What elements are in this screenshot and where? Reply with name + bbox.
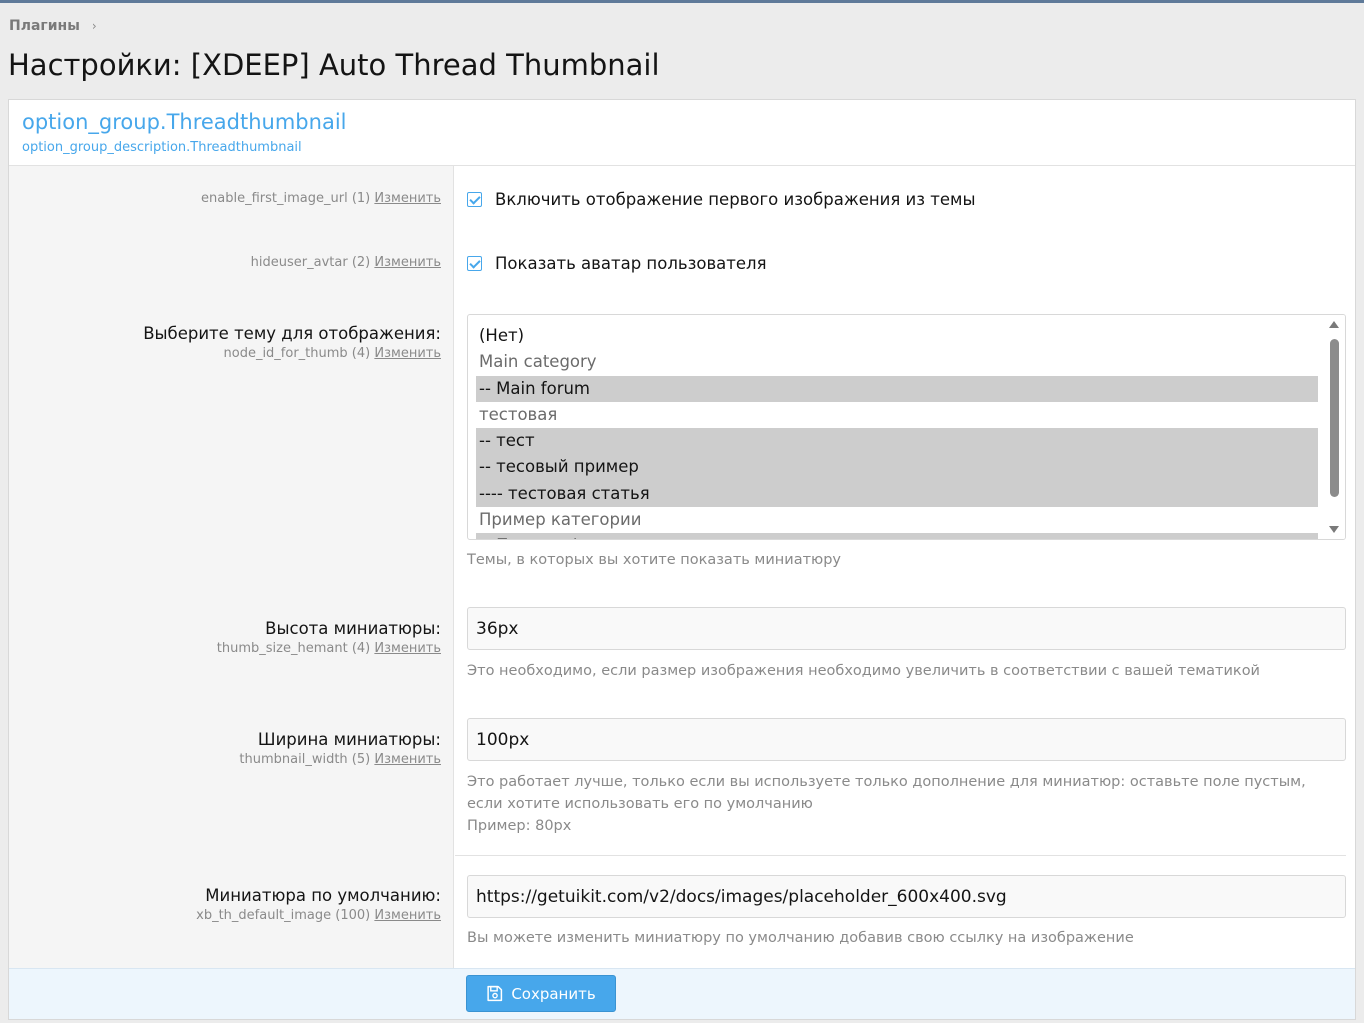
checkbox-checked-icon[interactable] (467, 256, 482, 271)
node-option[interactable]: -- тесовый пример (476, 454, 1318, 481)
node-option[interactable]: -- Пример форума (476, 533, 1318, 539)
scroll-thumb[interactable] (1330, 339, 1339, 497)
option-label-default-image: Миниатюра по умолчанию: xb_th_default_im… (196, 886, 441, 923)
options-block: option_group.Threadthumbnail option_grou… (8, 99, 1356, 1020)
checkbox-enable-first-image[interactable]: Включить отображение первого изображения… (467, 190, 976, 209)
option-label-thumb-height: Высота миниатюры: thumb_size_hemant (4) … (216, 619, 441, 656)
page-title: Настройки: [XDEEP] Auto Thread Thumbnail (8, 48, 660, 82)
option-label-thumb-width: Ширина миниатюры: thumbnail_width (5) Из… (239, 730, 441, 767)
edit-link-node-select[interactable]: Изменить (374, 346, 441, 361)
node-multiselect[interactable]: (Нет) Main category -- Main forum тестовая -… (467, 314, 1346, 540)
chevron-right-icon: › (91, 19, 97, 33)
node-option[interactable]: -- Main forum (476, 375, 1318, 402)
checkbox-hideuser-avatar[interactable]: Показать аватар пользователя (467, 254, 767, 273)
breadcrumb-item-plugins[interactable]: Плагины (9, 18, 80, 34)
label-default-image: Миниатюра по умолчанию: (205, 886, 441, 905)
checkbox-label-enable-first-image[interactable]: Включить отображение первого изображения… (495, 190, 976, 209)
node-option[interactable]: тестовая (476, 402, 1318, 428)
edit-link-thumb-width[interactable]: Изменить (374, 752, 441, 767)
label-thumb-width: Ширина миниатюры: (257, 730, 441, 749)
option-group-title[interactable]: option_group.Threadthumbnail (22, 110, 347, 134)
top-accent-bar (0, 0, 1364, 3)
option-label-node-select: Выберите тему для отображения: node_id_f… (143, 324, 441, 361)
option-key-hideuser-avatar: hideuser_avtar (2) Изменить (250, 255, 441, 270)
checkbox-label-hideuser-avatar[interactable]: Показать аватар пользователя (495, 254, 767, 273)
option-group-header: option_group.Threadthumbnail option_grou… (9, 100, 1355, 166)
label-thumb-height: Высота миниатюры: (265, 619, 441, 638)
hint-thumb-width-example: Пример: 80px (467, 818, 572, 834)
hint-thumb-height: Это необходимо, если размер изображения … (467, 663, 1260, 679)
save-button[interactable]: Сохранить (466, 975, 616, 1012)
hint-node-select: Темы, в которых вы хотите показать миниа… (467, 552, 842, 568)
edit-link-thumb-height[interactable]: Изменить (374, 641, 441, 656)
hint-default-image: Вы можете изменить миниатюру по умолчани… (467, 930, 1134, 946)
breadcrumb: Плагины › (9, 18, 97, 34)
scroll-down-arrow-icon[interactable] (1329, 526, 1339, 533)
node-option[interactable]: (Нет) (476, 323, 1318, 349)
node-option[interactable]: ---- тестовая статья (476, 480, 1318, 508)
thumb-height-input[interactable] (467, 607, 1346, 650)
node-option[interactable]: Main category (476, 349, 1318, 375)
save-icon (487, 985, 503, 1002)
option-group-description: option_group_description.Threadthumbnail (22, 140, 302, 155)
default-image-input[interactable] (467, 875, 1346, 918)
node-option-list[interactable]: (Нет) Main category -- Main forum тестовая -… (476, 323, 1318, 539)
scroll-up-arrow-icon[interactable] (1329, 321, 1339, 328)
node-option[interactable]: Пример категории (476, 507, 1318, 533)
checkbox-checked-icon[interactable] (467, 192, 482, 207)
thumb-width-input[interactable] (467, 718, 1346, 761)
select-scrollbar[interactable] (1324, 315, 1345, 539)
save-button-label: Сохранить (511, 984, 596, 1003)
node-option[interactable]: -- тест (476, 428, 1318, 455)
option-key-enable-first-image: enable_first_image_url (1) Изменить (201, 191, 441, 206)
edit-link-enable-first-image[interactable]: Изменить (374, 191, 441, 206)
edit-link-hideuser-avatar[interactable]: Изменить (374, 255, 441, 270)
row-divider (455, 855, 1346, 856)
edit-link-default-image[interactable]: Изменить (374, 908, 441, 923)
label-node-select: Выберите тему для отображения: (143, 324, 441, 343)
form-footer: Сохранить (9, 968, 1355, 1019)
hint-thumb-width: Это работает лучше, только если вы испол… (467, 771, 1337, 837)
labels-column (9, 166, 454, 968)
